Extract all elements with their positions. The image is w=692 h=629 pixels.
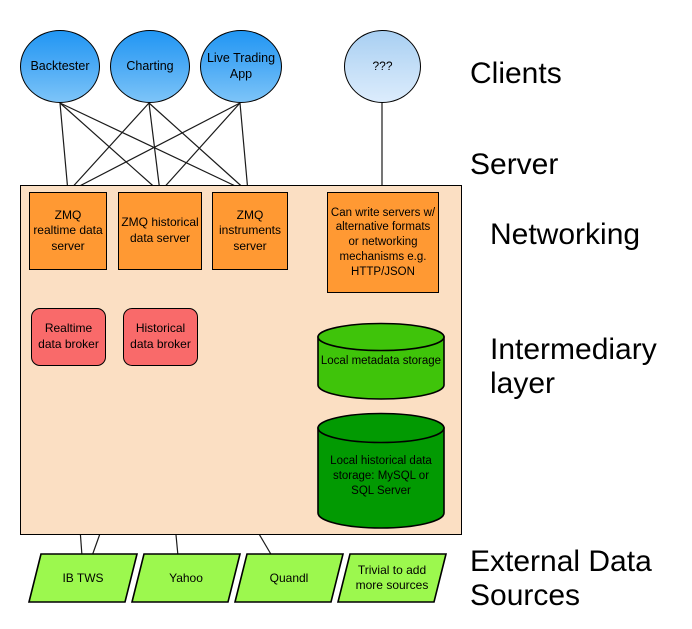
storage-label: Local metadata storage bbox=[320, 355, 442, 367]
source-label: IB TWS bbox=[62, 571, 104, 585]
storage-node-local-metadata-storage[interactable]: Local metadata storage bbox=[316, 322, 446, 400]
client-node-backtester[interactable]: Backtester bbox=[20, 30, 100, 103]
server-label: ZMQ historical data server bbox=[121, 215, 199, 245]
server-node-zmq-historical-data-server[interactable]: ZMQ historical data server bbox=[118, 192, 202, 270]
client-label: Backtester bbox=[30, 58, 90, 73]
layer-label-server: Server bbox=[470, 148, 559, 181]
client-node-live-trading-app[interactable]: Live Trading App bbox=[200, 30, 282, 103]
client-label: Charting bbox=[126, 58, 174, 73]
storage-node-local-historical-data-storage[interactable]: Local historical data storage: MySQL or … bbox=[316, 412, 446, 530]
storage-label: Local historical data storage: MySQL or … bbox=[330, 455, 432, 498]
source-node-more-sources[interactable]: Trivial to add more sources bbox=[336, 552, 448, 604]
server-label: ZMQ realtime data server bbox=[33, 207, 103, 253]
diagram-canvas: Backtester Charting Live Trading App ???… bbox=[0, 0, 692, 629]
server-label: Can write servers w/ alternative formats… bbox=[330, 206, 436, 278]
source-label: Yahoo bbox=[169, 571, 203, 585]
server-label: ZMQ instruments server bbox=[218, 207, 282, 253]
broker-label: Historical data broker bbox=[130, 321, 191, 351]
source-node-yahoo[interactable]: Yahoo bbox=[130, 552, 242, 604]
source-label: Trivial to add more sources bbox=[355, 563, 429, 592]
client-label: ??? bbox=[372, 59, 393, 73]
source-label: Quandl bbox=[269, 571, 309, 585]
layer-label-clients: Clients bbox=[470, 57, 562, 90]
server-node-alternative-servers-note[interactable]: Can write servers w/ alternative formats… bbox=[327, 192, 439, 293]
server-node-zmq-realtime-data-server[interactable]: ZMQ realtime data server bbox=[29, 192, 107, 270]
broker-node-realtime-data-broker[interactable]: Realtime data broker bbox=[31, 308, 106, 366]
layer-label-networking: Networking bbox=[490, 218, 641, 251]
server-node-zmq-instruments-server[interactable]: ZMQ instruments server bbox=[212, 192, 288, 270]
broker-node-historical-data-broker[interactable]: Historical data broker bbox=[123, 308, 198, 366]
layer-label-external-data-sources: External Data Sources bbox=[470, 545, 652, 612]
client-label: Live Trading App bbox=[206, 50, 276, 81]
client-node-charting[interactable]: Charting bbox=[110, 30, 190, 103]
client-node-unknown[interactable]: ??? bbox=[344, 30, 421, 103]
source-node-quandl[interactable]: Quandl bbox=[233, 552, 345, 604]
layer-label-intermediary: Intermediary layer bbox=[490, 333, 657, 400]
source-node-ib-tws[interactable]: IB TWS bbox=[27, 552, 139, 604]
broker-label: Realtime data broker bbox=[38, 321, 99, 351]
